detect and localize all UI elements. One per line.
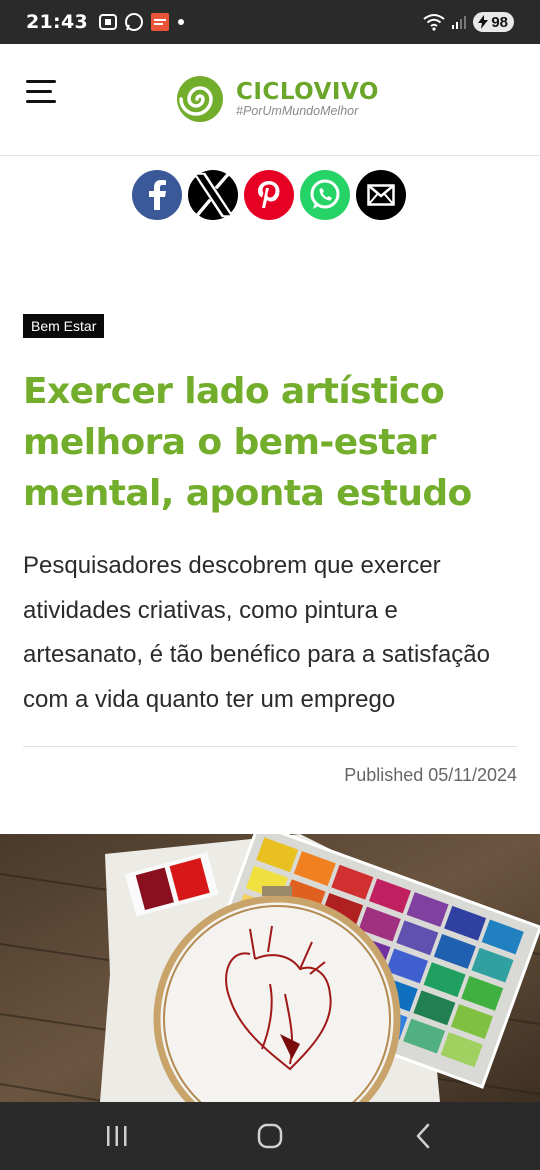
pinterest-share-button[interactable] bbox=[244, 170, 294, 220]
envelope-icon bbox=[367, 184, 395, 206]
category-badge[interactable]: Bem Estar bbox=[23, 314, 105, 338]
screenshot-icon bbox=[98, 14, 117, 30]
menu-line bbox=[26, 80, 56, 83]
battery-level: 98 bbox=[491, 13, 508, 31]
menu-line bbox=[26, 100, 56, 103]
article-lead: Pesquisadores descobrem que exercer ativ… bbox=[23, 552, 490, 713]
notification-icons bbox=[98, 12, 186, 32]
logo-brand: CICLOVIVO bbox=[236, 79, 379, 105]
menu-line bbox=[26, 90, 52, 93]
x-icon bbox=[192, 171, 235, 219]
wifi-icon bbox=[423, 14, 445, 31]
battery-saver-icon bbox=[478, 15, 489, 29]
x-share-button[interactable] bbox=[188, 170, 238, 220]
whatsapp-icon bbox=[310, 179, 340, 209]
system-navigation-bar bbox=[0, 1102, 540, 1170]
hamburger-menu-button[interactable] bbox=[26, 80, 60, 104]
article-featured-image bbox=[0, 834, 540, 1102]
back-icon bbox=[417, 1123, 430, 1149]
recent-apps-icon bbox=[106, 1126, 127, 1146]
recent-apps-button[interactable] bbox=[87, 1116, 147, 1156]
whatsapp-share-button[interactable] bbox=[300, 170, 350, 220]
spiral-logo-icon bbox=[177, 76, 223, 122]
home-button[interactable] bbox=[240, 1116, 300, 1156]
facebook-icon bbox=[149, 180, 166, 210]
site-header: CICLOVIVO #PorUmMundoMelhor bbox=[0, 44, 540, 156]
back-button[interactable] bbox=[393, 1116, 453, 1156]
status-bar: 21:43 98 bbox=[0, 0, 540, 44]
logo-tagline: #PorUmMundoMelhor bbox=[236, 104, 359, 118]
article-title: Exercer lado artístico melhora o bem-est… bbox=[23, 371, 472, 514]
app-notification-icon bbox=[150, 13, 169, 31]
battery-indicator: 98 bbox=[473, 12, 514, 32]
share-bar bbox=[132, 170, 406, 220]
facebook-share-button[interactable] bbox=[132, 170, 182, 220]
divider bbox=[23, 746, 517, 747]
signal-icon bbox=[452, 16, 467, 29]
pinterest-icon bbox=[258, 181, 280, 208]
home-icon bbox=[257, 1123, 283, 1149]
site-logo[interactable]: CICLOVIVO #PorUmMundoMelhor bbox=[172, 74, 379, 124]
email-share-button[interactable] bbox=[356, 170, 406, 220]
status-time: 21:43 bbox=[26, 11, 88, 33]
whatsapp-notification-icon bbox=[124, 13, 143, 31]
dot-icon bbox=[177, 19, 184, 25]
published-date: Published 05/11/2024 bbox=[344, 765, 517, 785]
embroidery-photo bbox=[0, 834, 540, 1102]
